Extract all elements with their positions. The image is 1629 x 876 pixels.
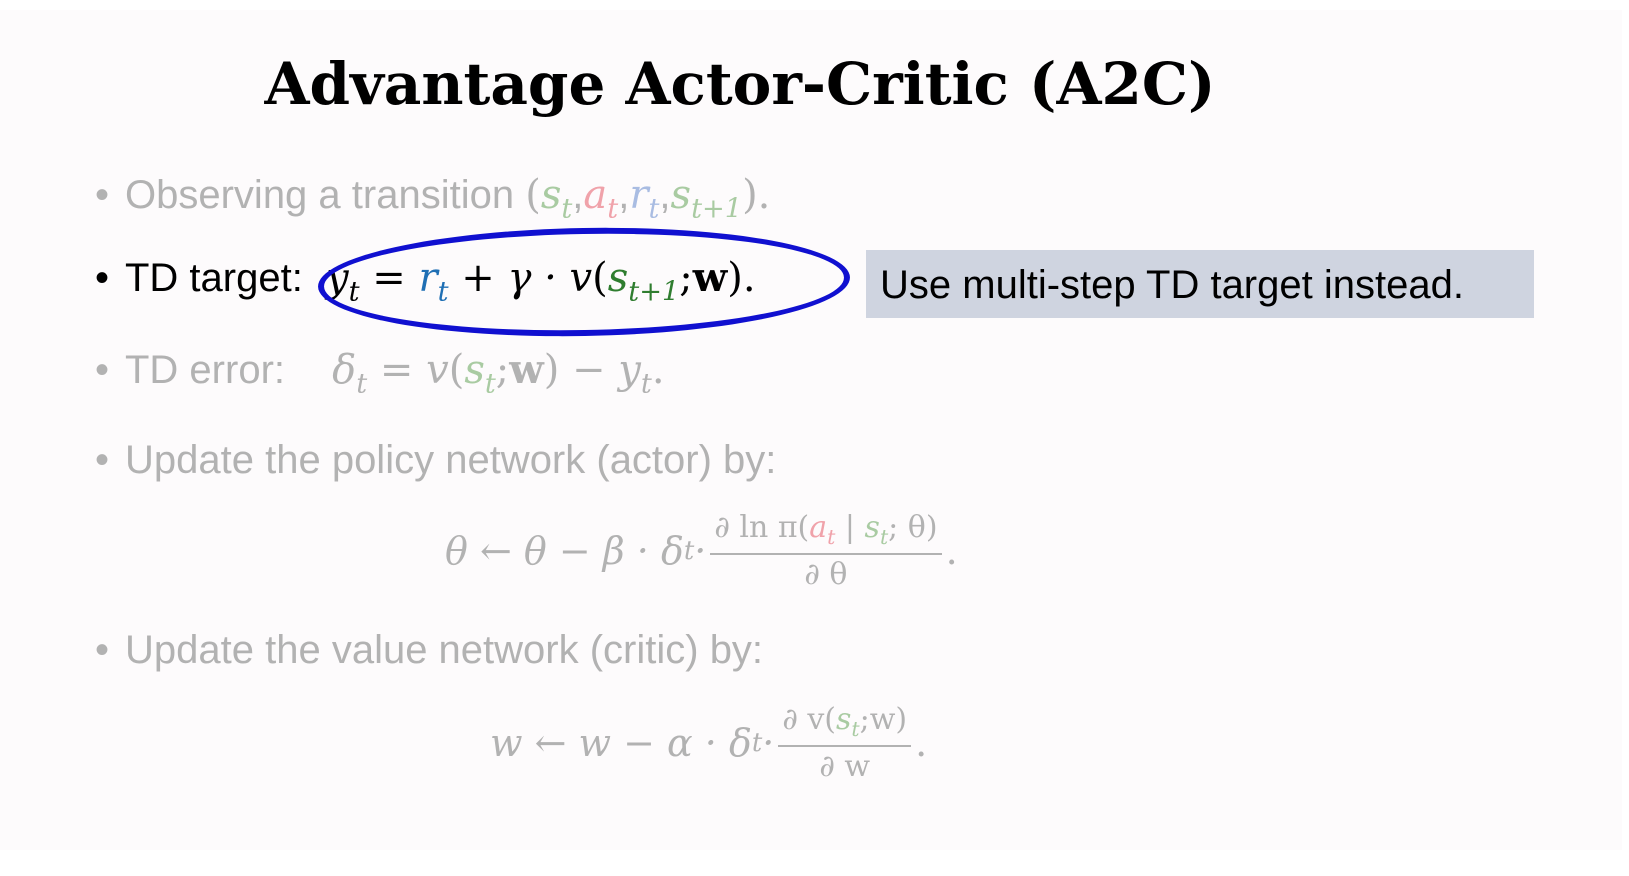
gradient-fraction: ∂ ln π(at | st; θ) ∂ θ [710,510,942,592]
bullet-critic-update: • Update the value network (critic) by: [95,628,763,673]
bullet-text: Update the value network (critic) by: [125,628,764,672]
gradient-fraction: ∂ v(st;w) ∂ w [778,702,912,784]
bullet-text: Update the policy network (actor) by: [125,438,777,482]
bullet-text: TD error: [125,348,285,392]
slide-title: Advantage Actor-Critic (A2C) [264,50,1216,118]
bullet-dot: • [95,628,110,672]
slide: Advantage Actor-Critic (A2C) • Observing … [0,10,1622,850]
paren: ( [525,172,541,218]
td-error-formula: δt = v(st;w) − yt. [332,346,665,400]
comma: , [659,173,671,217]
action-symbol: at [583,172,619,225]
bullet-text: Observing a transition [125,173,515,217]
bullet-dot: • [95,438,110,482]
bullet-td-error: • TD error: δt = v(st;w) − yt. [95,346,665,400]
bullet-text: TD target: [125,256,303,300]
bullet-dot: • [95,348,110,392]
bullet-observing: • Observing a transition (st,at,rt,st+1). [95,172,770,225]
comma: , [572,173,584,217]
bullet-actor-update: • Update the policy network (actor) by: [95,438,776,483]
state-symbol: st [540,172,573,225]
callout-annotation: Use multi-step TD target instead. [866,250,1534,318]
highlight-ellipse [317,223,851,341]
next-state-symbol: st+1 [670,172,743,225]
bullet-dot: • [95,173,110,217]
reward-symbol: rt [629,172,660,225]
paren: ). [742,172,771,218]
actor-update-formula: θ ← θ − β · δt · ∂ ln π(at | st; θ) ∂ θ. [445,510,958,593]
comma: , [618,173,630,217]
bullet-dot: • [95,256,110,300]
critic-update-formula: w ← w − α · δt · ∂ v(st;w) ∂ w. [490,702,928,785]
